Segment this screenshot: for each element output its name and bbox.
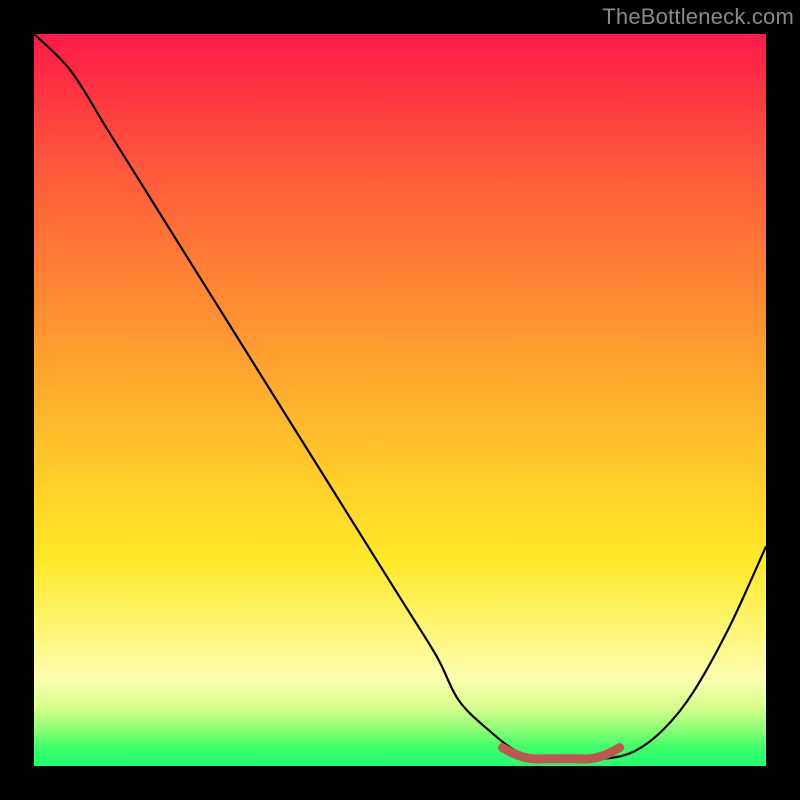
- chart-svg: [34, 34, 766, 766]
- watermark-text: TheBottleneck.com: [602, 4, 794, 30]
- chart-plot-area: [34, 34, 766, 766]
- optimal-range-marker: [503, 748, 620, 759]
- bottleneck-curve: [34, 34, 766, 759]
- chart-frame: TheBottleneck.com: [0, 0, 800, 800]
